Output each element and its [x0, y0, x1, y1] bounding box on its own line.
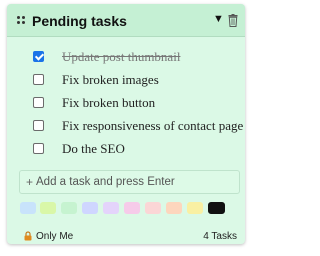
color-swatch-light-green[interactable] — [61, 202, 77, 214]
card-header: Pending tasks ▼ — [7, 4, 245, 37]
add-task-field: + — [19, 170, 240, 194]
task-item: Fix broken images — [33, 72, 239, 96]
lock-icon — [24, 231, 32, 241]
color-swatch-lavender[interactable] — [103, 202, 119, 214]
task-label[interactable]: Update post thumbnail — [62, 49, 180, 65]
drag-handle-icon[interactable] — [17, 16, 27, 26]
visibility-label[interactable]: Only Me — [36, 231, 73, 242]
color-swatch-black[interactable] — [208, 202, 225, 214]
color-swatch-peach[interactable] — [166, 202, 182, 214]
task-item: Update post thumbnail — [33, 49, 239, 73]
task-count: 4 Tasks — [203, 231, 237, 242]
trash-icon[interactable] — [228, 14, 238, 27]
task-list: Update post thumbnail Fix broken images … — [33, 49, 243, 165]
task-item: Fix broken button — [33, 95, 239, 119]
color-swatch-yellow[interactable] — [187, 202, 203, 214]
card-title: Pending tasks — [32, 13, 127, 29]
collapse-caret-icon[interactable]: ▼ — [213, 14, 224, 25]
color-swatch-pink[interactable] — [124, 202, 140, 214]
color-swatch-periwinkle[interactable] — [82, 202, 98, 214]
task-card: Pending tasks ▼ Update post thumbnail Fi… — [7, 4, 245, 244]
task-item: Fix responsiveness of contact page — [33, 118, 243, 142]
task-checkbox[interactable] — [33, 120, 44, 131]
plus-icon: + — [26, 175, 34, 189]
color-swatch-light-blue[interactable] — [20, 202, 36, 214]
task-checkbox[interactable] — [33, 143, 44, 154]
add-task-input[interactable] — [36, 174, 226, 190]
task-label[interactable]: Fix responsiveness of contact page — [62, 118, 243, 134]
task-label[interactable]: Do the SEO — [62, 141, 125, 157]
task-checkbox[interactable] — [33, 51, 44, 62]
task-checkbox[interactable] — [33, 97, 44, 108]
task-item: Do the SEO — [33, 141, 239, 165]
color-swatch-light-lime[interactable] — [40, 202, 56, 214]
task-label[interactable]: Fix broken button — [62, 95, 155, 111]
color-swatch-light-red[interactable] — [145, 202, 161, 214]
task-checkbox[interactable] — [33, 74, 44, 85]
task-label[interactable]: Fix broken images — [62, 72, 159, 88]
